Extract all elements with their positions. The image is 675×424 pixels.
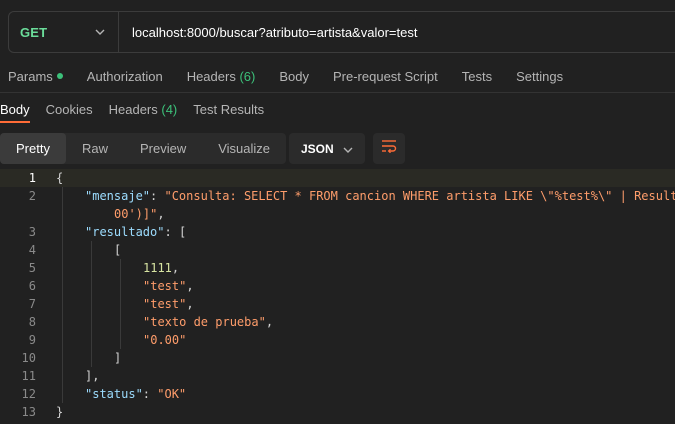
code-line: 9 "0.00" [0, 331, 675, 349]
view-pretty-button[interactable]: Pretty [0, 133, 66, 164]
code-text: "status": "OK" [85, 387, 187, 401]
view-raw-button[interactable]: Raw [66, 133, 124, 164]
tab-body[interactable]: Body [279, 69, 309, 84]
code-text: "resultado": [ [85, 225, 187, 239]
response-tabs: Body Cookies Headers (4) Test Results [0, 96, 280, 123]
code-line: 4 [ [0, 241, 675, 259]
line-number: 10 [21, 351, 36, 365]
tab-label: Cookies [45, 101, 93, 117]
tab-count: (4) [161, 101, 178, 117]
wrap-lines-icon [381, 139, 397, 158]
tab-label: Headers [108, 101, 158, 117]
tab-label: Body [279, 68, 309, 84]
view-visualize-button[interactable]: Visualize [202, 133, 286, 164]
code-line-wrapped: 00')]", [0, 205, 675, 223]
method-label: GET [20, 24, 48, 40]
tab-label: Pre-request Script [332, 68, 438, 84]
code-line: 8 "texto de prueba", [0, 313, 675, 331]
request-tabs: Params Authorization Headers (6) Body Pr… [0, 62, 675, 90]
method-select[interactable]: GET [9, 12, 119, 52]
tab-params[interactable]: Params [8, 69, 63, 84]
code-text: "texto de prueba", [143, 315, 274, 329]
code-text: "mensaje": "Consulta: SELECT * FROM canc… [85, 189, 675, 203]
code-text: 1111, [143, 261, 180, 275]
tab-authorization[interactable]: Authorization [87, 69, 163, 84]
tab-label: Body [0, 101, 30, 117]
tab-label: Settings [516, 68, 564, 84]
code-text: [ [114, 243, 122, 257]
divider [0, 92, 675, 93]
tab-label: Test Results [193, 101, 265, 117]
line-number: 1 [28, 171, 36, 185]
code-line: 6 "test", [0, 277, 675, 295]
line-number: 5 [28, 261, 36, 275]
line-number: 7 [28, 297, 36, 311]
tab-label: Headers [186, 68, 236, 84]
code-text: } [56, 405, 64, 419]
line-number: 3 [28, 225, 36, 239]
params-indicator-dot [56, 73, 63, 79]
line-number: 13 [21, 405, 36, 419]
tab-headers[interactable]: Headers (6) [187, 69, 256, 84]
code-text: "0.00" [143, 333, 187, 347]
line-number: 4 [28, 243, 36, 257]
chevron-down-icon [343, 142, 353, 156]
code-text: ] [114, 351, 122, 365]
wrap-lines-button[interactable] [373, 133, 405, 164]
tab-pre-request-script[interactable]: Pre-request Script [333, 69, 438, 84]
code-text: "test", [143, 297, 194, 311]
format-select[interactable]: JSON [289, 133, 365, 164]
code-line: 11 ], [0, 367, 675, 385]
view-mode-group: Pretty Raw Preview Visualize [0, 133, 287, 164]
code-line: 12 "status": "OK" [0, 385, 675, 403]
code-line: 2 "mensaje": "Consulta: SELECT * FROM ca… [0, 187, 675, 205]
tab-tests[interactable]: Tests [462, 69, 492, 84]
url-input[interactable]: localhost:8000/buscar?atributo=artista&v… [119, 25, 417, 40]
code-line: 3 "resultado": [ [0, 223, 675, 241]
line-number: 2 [28, 189, 36, 203]
code-line: 5 1111, [0, 259, 675, 277]
line-number: 9 [28, 333, 36, 347]
tab-count: (6) [239, 68, 256, 84]
request-url-bar: GET localhost:8000/buscar?atributo=artis… [8, 11, 675, 53]
line-number: 6 [28, 279, 36, 293]
code-line: 7 "test", [0, 295, 675, 313]
code-text: 00')]", [114, 207, 165, 221]
chevron-down-icon [94, 26, 106, 38]
code-text: { [56, 171, 64, 185]
line-number: 11 [21, 369, 36, 383]
response-body-editor[interactable]: 1 { 2 "mensaje": "Consulta: SELECT * FRO… [0, 169, 675, 424]
tab-settings[interactable]: Settings [516, 69, 563, 84]
tab-label: Tests [461, 68, 493, 84]
view-preview-button[interactable]: Preview [124, 133, 202, 164]
line-number: 12 [21, 387, 36, 401]
code-line: 13 } [0, 403, 675, 421]
tab-label: Params [8, 68, 53, 84]
response-tab-body[interactable]: Body [0, 96, 30, 123]
tab-label: Authorization [86, 68, 163, 84]
response-tab-cookies[interactable]: Cookies [46, 96, 93, 122]
line-number: 8 [28, 315, 36, 329]
response-tab-test-results[interactable]: Test Results [193, 96, 264, 122]
response-tab-headers[interactable]: Headers (4) [109, 96, 178, 122]
code-line: 1 { [0, 169, 675, 187]
format-label: JSON [301, 141, 334, 156]
code-line: 10 ] [0, 349, 675, 367]
code-text: ], [85, 369, 100, 383]
code-text: "test", [143, 279, 194, 293]
